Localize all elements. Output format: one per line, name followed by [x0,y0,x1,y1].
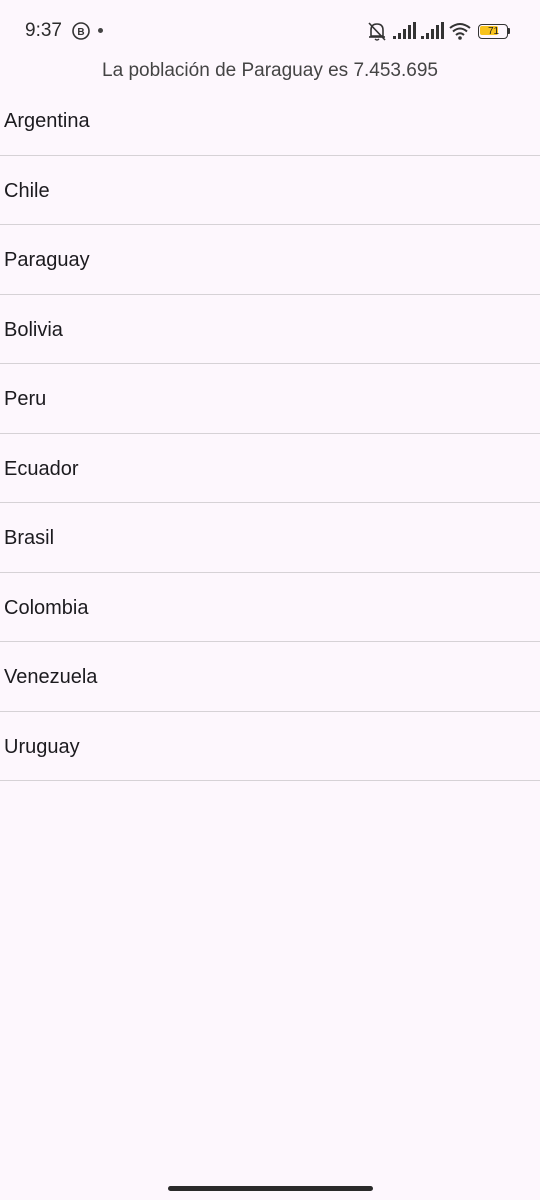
list-item[interactable]: Bolivia [0,295,540,364]
bell-off-icon [368,22,386,41]
navigation-handle[interactable] [168,1186,373,1191]
country-label: Paraguay [4,249,90,271]
wifi-icon [449,23,471,40]
country-label: Bolivia [4,318,63,341]
country-label: Brasil [4,527,55,549]
list-item[interactable]: Venezuela [0,642,540,712]
status-bar: 9:37 B 71 [0,0,540,60]
dot-icon [98,28,103,33]
signal-icon [393,22,416,39]
battery-level: 71 [487,25,500,37]
country-label: Chile [4,179,50,202]
list-item[interactable]: Uruguay [0,712,540,781]
list-item[interactable]: Brasil [0,503,540,573]
list-item[interactable]: Paraguay [0,225,540,295]
country-label: Argentina [4,110,90,132]
b-circle-icon: B [72,22,90,40]
population-header: La población de Paraguay es 7.453.695 [102,60,438,81]
signal-icon [421,22,444,39]
svg-text:B: B [77,27,84,38]
list-item[interactable]: Colombia [0,573,540,642]
list-item[interactable]: Argentina [0,86,540,156]
country-label: Ecuador [4,457,79,480]
list-item[interactable]: Peru [0,364,540,434]
status-time: 9:37 [25,20,62,41]
list-item[interactable]: Ecuador [0,434,540,503]
country-label: Venezuela [4,666,98,688]
list-item[interactable]: Chile [0,156,540,225]
status-icons: 71 [362,20,510,42]
country-label: Colombia [4,596,89,619]
battery-icon: 71 [478,23,510,39]
country-label: Peru [4,388,47,410]
country-list: Argentina Chile Paraguay Bolivia Peru Ecuador… [0,86,540,781]
country-label: Uruguay [4,735,80,758]
